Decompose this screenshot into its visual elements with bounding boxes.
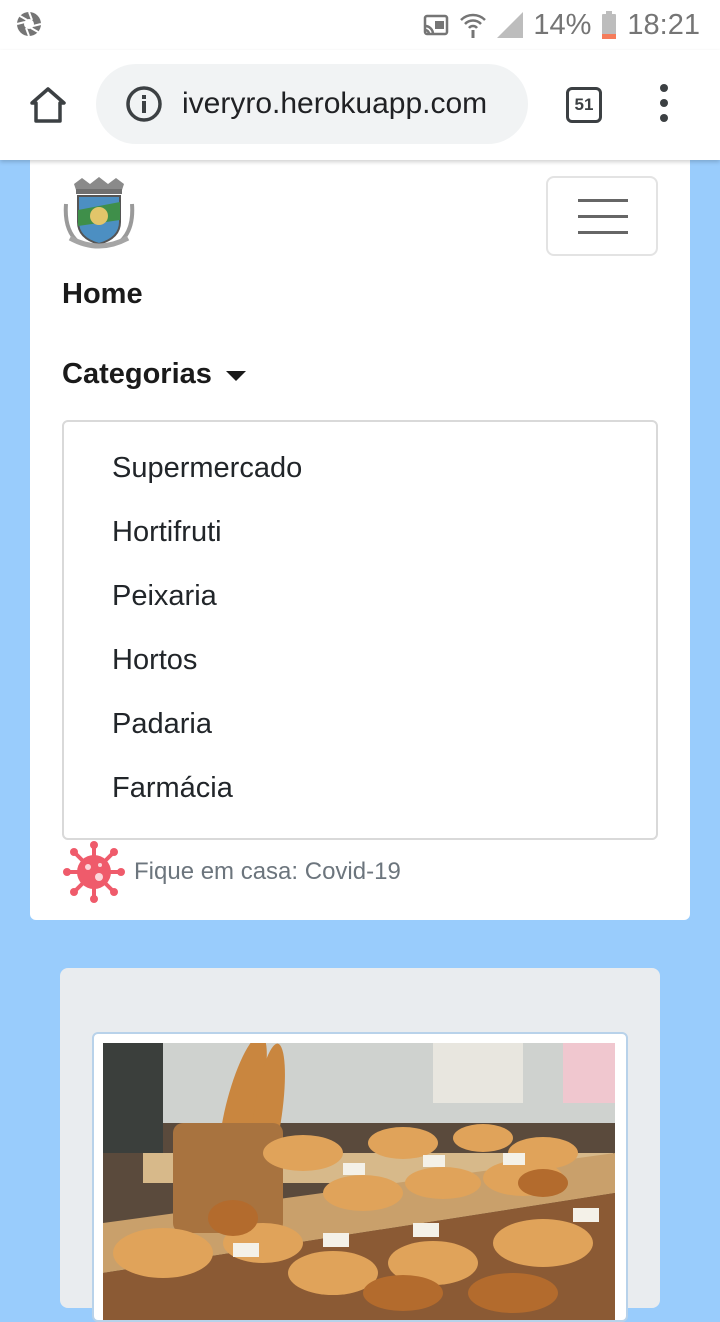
dropdown-item-hortifruti[interactable]: Hortifruti: [112, 516, 222, 549]
battery-percent: 14%: [533, 8, 592, 41]
dropdown-item-supermercado[interactable]: Supermercado: [112, 452, 302, 485]
virus-icon: [63, 841, 125, 903]
signal-icon: [497, 12, 524, 38]
hamburger-icon: [578, 199, 628, 202]
categories-dropdown-menu: Supermercado Hortifruti Peixaria Hortos …: [62, 420, 658, 840]
more-vert-icon[interactable]: [650, 84, 678, 126]
caret-down-icon: [225, 370, 246, 381]
covid-text[interactable]: Fique em casa: Covid-19: [134, 858, 401, 886]
categories-dropdown-toggle[interactable]: Categorias: [62, 358, 246, 391]
dropdown-item-padaria[interactable]: Padaria: [112, 708, 212, 741]
info-icon[interactable]: [126, 86, 162, 122]
dropdown-item-peixaria[interactable]: Peixaria: [112, 580, 217, 613]
covid-link[interactable]: Fique em casa: Covid-19: [62, 840, 401, 904]
address-bar[interactable]: iveryro.herokuapp.com: [96, 64, 528, 144]
dropdown-item-hortos[interactable]: Hortos: [112, 644, 197, 677]
tab-count: 51: [574, 95, 594, 114]
category-image-frame[interactable]: [92, 1032, 628, 1322]
url-text[interactable]: iveryro.herokuapp.com: [182, 64, 487, 144]
home-icon[interactable]: [28, 85, 68, 125]
battery-icon: [602, 11, 617, 39]
categories-label: Categorias: [62, 358, 212, 390]
navbar-toggler[interactable]: [546, 176, 658, 256]
clock: 18:21: [627, 8, 700, 41]
coat-of-arms-logo[interactable]: [62, 176, 136, 256]
bakery-photo: [103, 1043, 615, 1320]
nav-home-link[interactable]: Home: [62, 278, 143, 311]
cast-icon: [424, 14, 449, 36]
content-card: [60, 968, 660, 1322]
dropdown-item-farmacia[interactable]: Farmácia: [112, 772, 233, 805]
tabs-button[interactable]: 51: [566, 87, 602, 123]
status-bar: 14% 18:21: [0, 0, 720, 50]
browser-toolbar: iveryro.herokuapp.com 51: [0, 50, 720, 160]
navbar: Home Categorias Supermercado Hortifruti …: [30, 160, 690, 920]
wifi-icon: [460, 13, 487, 38]
aperture-icon: [16, 11, 42, 37]
